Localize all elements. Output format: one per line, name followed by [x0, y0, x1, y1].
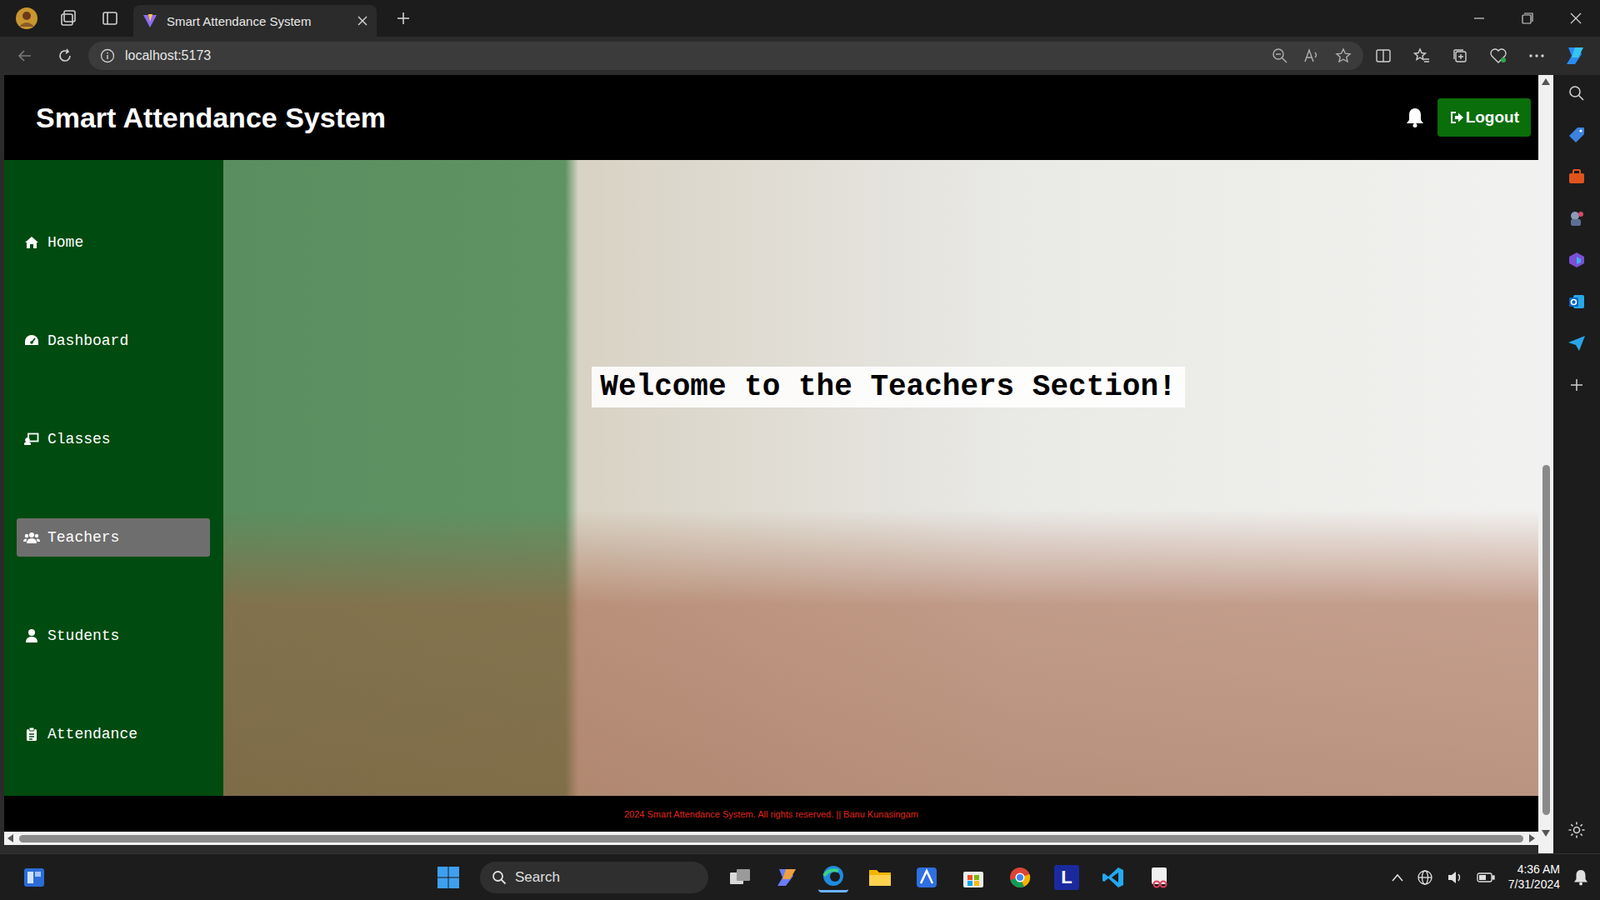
restore-icon[interactable]: [1503, 0, 1552, 37]
bell-icon[interactable]: [1404, 106, 1426, 129]
logout-button[interactable]: Logout: [1437, 98, 1531, 137]
l-app[interactable]: L: [1051, 862, 1082, 893]
attendance-icon: [23, 725, 40, 743]
split-screen-icon[interactable]: [1370, 42, 1397, 70]
taskbar-search[interactable]: Search: [480, 861, 709, 894]
notification-bell-icon[interactable]: [1573, 869, 1589, 886]
workspaces-icon[interactable]: [53, 3, 84, 34]
sidebar: Home Dashboard Classes Teachers Students Atte…: [4, 160, 224, 796]
footer-text: 2024 Smart Attendance System. All rights…: [624, 809, 919, 820]
minimize-icon[interactable]: [1455, 0, 1504, 37]
tab-bar: Smart Attendance System: [0, 0, 1600, 37]
app-title: Smart Attendance System: [35, 101, 386, 135]
clock-time: 4:36 AM: [1517, 862, 1560, 878]
sidebar-label: Dashboard: [47, 332, 129, 350]
widgets-icon[interactable]: [20, 863, 49, 892]
student-icon: [23, 627, 40, 645]
tab-actions-icon[interactable]: [95, 3, 125, 34]
editor-app-icon[interactable]: [911, 862, 942, 893]
sidebar-label: Classes: [47, 430, 111, 448]
search-icon: [491, 870, 507, 885]
close-tab-icon[interactable]: [356, 15, 369, 27]
sidebar-item[interactable]: Teachers: [16, 518, 210, 557]
vite-icon: [141, 12, 159, 30]
sidebar-item[interactable]: Classes: [16, 420, 210, 459]
vertical-scrollbar[interactable]: [1538, 75, 1554, 854]
url-text: localhost:5173: [125, 48, 211, 64]
app-footer: 2024 Smart Attendance System. All rights…: [4, 795, 1539, 832]
show-hidden-icon[interactable]: [1391, 873, 1404, 882]
sidebar-label: Teachers: [47, 529, 120, 546]
logout-label: Logout: [1465, 108, 1520, 127]
copilot-icon[interactable]: [1561, 42, 1589, 70]
search-icon[interactable]: [1565, 81, 1589, 105]
new-tab-icon[interactable]: [388, 3, 419, 34]
sidebar-item[interactable]: Dashboard: [16, 321, 210, 360]
network-globe-icon[interactable]: [1416, 869, 1434, 886]
home-icon: [23, 234, 40, 251]
address-row: localhost:5173: [0, 36, 1600, 75]
outlook-icon[interactable]: [1565, 290, 1589, 314]
microsoft365-icon[interactable]: [1565, 248, 1589, 272]
clock[interactable]: 4:36 AM 7/31/2024: [1508, 862, 1560, 892]
sidebar-label: Home: [47, 234, 84, 251]
vscode-icon[interactable]: [1098, 862, 1129, 893]
store-icon[interactable]: [958, 862, 989, 893]
logout-icon: [1449, 110, 1465, 125]
task-view-icon[interactable]: [725, 862, 755, 893]
volume-icon[interactable]: [1446, 870, 1464, 885]
tab-title: Smart Attendance System: [166, 14, 349, 29]
horizontal-scrollbar[interactable]: [4, 831, 1539, 845]
l-app-letter: L: [1054, 865, 1080, 890]
games-icon[interactable]: [1565, 206, 1589, 230]
app-header: Smart Attendance System Logout: [4, 75, 1539, 160]
classes-icon: [23, 430, 40, 448]
taskbar: Search L 4:36 AM 7/31/2024: [0, 853, 1600, 900]
sidebar-item[interactable]: Students: [16, 616, 210, 655]
sidebar-label: Attendance: [47, 725, 138, 743]
edge-sidebar: [1553, 75, 1600, 854]
settings-gear-icon[interactable]: [1565, 818, 1589, 842]
search-placeholder: Search: [515, 869, 560, 886]
file-explorer-icon[interactable]: [865, 862, 895, 893]
start-windows-icon[interactable]: [433, 862, 464, 893]
clock-date: 7/31/2024: [1508, 877, 1560, 893]
edge-icon[interactable]: [818, 862, 849, 893]
teachers-icon: [23, 529, 40, 546]
collections-icon[interactable]: [1446, 42, 1474, 70]
chrome-icon[interactable]: [1005, 862, 1035, 893]
send-icon[interactable]: [1565, 331, 1589, 355]
profile-icon[interactable]: [11, 3, 42, 34]
browser-tab[interactable]: Smart Attendance System: [133, 5, 377, 37]
more-icon[interactable]: [1523, 42, 1550, 70]
battery-icon[interactable]: [1476, 871, 1495, 884]
add-icon[interactable]: [1565, 373, 1589, 397]
hero-photo: Welcome to the Teachers Section!: [223, 160, 1539, 796]
close-window-icon[interactable]: [1551, 0, 1600, 37]
browser-essentials-icon[interactable]: [1485, 42, 1512, 70]
address-bar[interactable]: localhost:5173: [88, 41, 1364, 70]
favorites-icon[interactable]: [1408, 42, 1435, 70]
zoom-out-icon[interactable]: [1271, 47, 1289, 65]
sidebar-item[interactable]: Attendance: [16, 715, 210, 754]
read-aloud-icon[interactable]: [1303, 47, 1320, 65]
sidebar-label: Students: [47, 627, 120, 645]
favorite-star-icon[interactable]: [1335, 47, 1352, 65]
info-icon[interactable]: [100, 48, 115, 64]
refresh-icon[interactable]: [48, 40, 82, 71]
back-icon[interactable]: [8, 40, 42, 71]
shopping-tag-icon[interactable]: [1565, 123, 1589, 147]
dashboard-icon: [23, 332, 40, 350]
tools-icon[interactable]: [1565, 165, 1589, 189]
snipping-tool-icon[interactable]: [1145, 862, 1175, 893]
copilot-icon[interactable]: [771, 862, 802, 893]
welcome-banner: Welcome to the Teachers Section!: [591, 366, 1185, 408]
sidebar-item[interactable]: Home: [16, 223, 210, 262]
